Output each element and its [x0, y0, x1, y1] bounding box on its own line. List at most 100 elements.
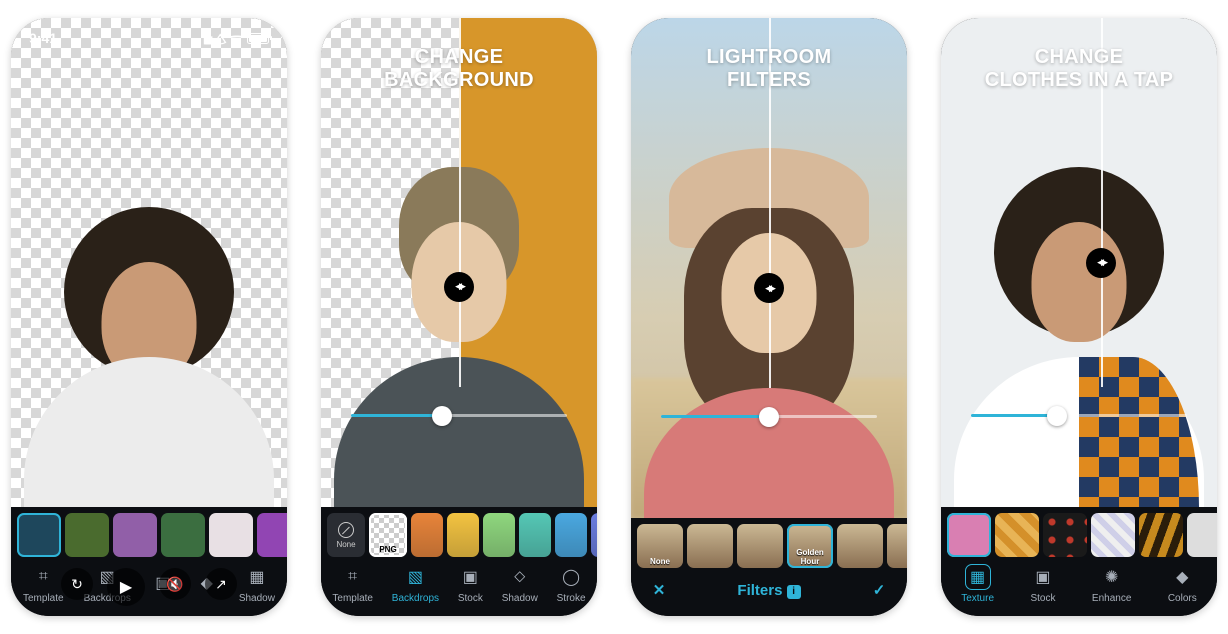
tool-stock[interactable]: ▣Stock: [458, 565, 483, 604]
color-swatch[interactable]: [591, 513, 597, 557]
bottom-panel: ▦ Texture ▣Stock ✺ Enhance ◆ Colors: [941, 507, 1217, 616]
intensity-slider[interactable]: [971, 414, 1187, 417]
headline: LIGHTROOM FILTERS: [631, 46, 907, 92]
backdrop-thumb[interactable]: [113, 513, 157, 557]
tool-colors[interactable]: ◆ Colors: [1168, 565, 1197, 604]
filter-thumb[interactable]: [887, 524, 907, 568]
texture-thumb[interactable]: [1091, 513, 1135, 557]
texture-thumb[interactable]: [1139, 513, 1183, 557]
bottom-panel: None PNG ⌗Template ▧ Backdrops ▣Stock ⬦ Shadow…: [321, 507, 597, 616]
canvas-area[interactable]: 9:41 ᯤ: [11, 18, 287, 507]
tool-label: Shadow: [502, 593, 538, 604]
tool-icon: ▣: [458, 565, 482, 589]
texture-thumb[interactable]: [995, 513, 1039, 557]
confirm-bar: ✕ Filters i ✓: [631, 568, 907, 616]
filter-thumb-label: None: [637, 557, 683, 566]
phone-screen-4: CHANGE CLOTHES IN A TAP ▦ Texture ▣Stock ✺ E…: [941, 18, 1217, 616]
mute-button[interactable]: 🔇: [159, 568, 191, 600]
headline: CHANGE CLOTHES IN A TAP: [941, 46, 1217, 92]
color-swatch[interactable]: [447, 513, 479, 557]
tool-backdrops[interactable]: ▧ Backdrops: [392, 565, 439, 604]
color-swatch[interactable]: [483, 513, 515, 557]
filter-thumb[interactable]: [737, 524, 783, 568]
color-swatch[interactable]: [519, 513, 551, 557]
tool-template[interactable]: ⌗Template: [332, 565, 373, 604]
filter-thumb[interactable]: [837, 524, 883, 568]
filter-thumb[interactable]: [687, 524, 733, 568]
tool-label: Stroke: [557, 593, 586, 604]
battery-icon: [247, 33, 269, 44]
intensity-slider[interactable]: [661, 415, 877, 418]
phone-screen-2: CHANGE BACKGROUND None PNG ⌗Template ▧ Back…: [321, 18, 597, 616]
tool-label: Texture: [961, 593, 994, 604]
tool-icon: ▦: [966, 565, 990, 589]
subject-photo: [959, 167, 1199, 507]
compare-handle-icon[interactable]: [444, 272, 474, 302]
info-badge-icon: i: [787, 585, 801, 599]
compare-handle-icon[interactable]: [1086, 248, 1116, 278]
tool-texture[interactable]: ▦ Texture: [961, 565, 994, 604]
backdrop-thumb[interactable]: [65, 513, 109, 557]
toolbar: ⌗Template ▧ Backdrops ▣Stock ⬦ Shadow ◯ Stroke: [321, 557, 597, 616]
compare-handle-icon[interactable]: [754, 273, 784, 303]
backdrop-thumbnails: [11, 507, 287, 557]
filter-thumb[interactable]: Golden Hour: [787, 524, 833, 568]
phone-screen-3: LIGHTROOM FILTERS None Golden Hour ✕ Filt…: [631, 18, 907, 616]
tool-icon: ⬦: [508, 565, 532, 589]
tool-icon: ⌗: [341, 565, 365, 589]
status-icons: ᯤ: [203, 28, 269, 48]
backdrop-thumb[interactable]: [17, 513, 61, 557]
restart-button[interactable]: ↻: [61, 568, 93, 600]
phone-screen-1: 9:41 ᯤ ⌗Template▧Backdrops▣◆▦Shadow ↻ ▶ …: [11, 18, 287, 616]
tool-stroke[interactable]: ◯ Stroke: [557, 565, 586, 604]
tool-shadow[interactable]: ⬦ Shadow: [502, 565, 538, 604]
texture-thumbnails: [941, 507, 1217, 557]
slider-knob[interactable]: [759, 407, 779, 427]
texture-thumb[interactable]: [1187, 513, 1217, 557]
canvas-area[interactable]: LIGHTROOM FILTERS: [631, 18, 907, 518]
confirm-bar-title: Filters i: [737, 582, 800, 599]
screenshot-gallery: 9:41 ᯤ ⌗Template ▧ Backdrops ▣ ◆ ▦ Shadow ↻ ▶ …: [0, 18, 1228, 616]
tool-icon: ✺: [1100, 565, 1124, 589]
filter-thumb-label: Golden Hour: [787, 548, 833, 566]
tool-enhance[interactable]: ✺ Enhance: [1092, 565, 1131, 604]
subject-photo: [29, 207, 269, 507]
headline: CHANGE BACKGROUND: [321, 46, 597, 92]
playback-controls: ↻ ▶ 🔇 ↗: [11, 568, 287, 606]
tool-icon: ◆: [1170, 565, 1194, 589]
none-icon: [338, 522, 354, 538]
texture-thumb[interactable]: [1043, 513, 1087, 557]
tool-label: Enhance: [1092, 593, 1131, 604]
color-swatch[interactable]: [411, 513, 443, 557]
texture-thumb[interactable]: [947, 513, 991, 557]
canvas-area[interactable]: CHANGE BACKGROUND: [321, 18, 597, 507]
backdrop-thumb[interactable]: [257, 513, 287, 557]
intensity-slider[interactable]: [351, 414, 567, 417]
slider-knob[interactable]: [432, 406, 452, 426]
wifi-icon: ᯤ: [211, 28, 244, 48]
color-swatch[interactable]: [555, 513, 587, 557]
toolbar: ▦ Texture ▣Stock ✺ Enhance ◆ Colors: [941, 557, 1217, 616]
play-button[interactable]: ▶: [107, 568, 145, 606]
apply-button[interactable]: ✓: [867, 578, 891, 602]
tool-label: Stock: [1030, 593, 1055, 604]
tool-label: Backdrops: [392, 593, 439, 604]
backdrop-thumb[interactable]: [161, 513, 205, 557]
status-time: 9:41: [29, 30, 57, 46]
bottom-panel: None Golden Hour ✕ Filters i ✓: [631, 518, 907, 616]
expand-button[interactable]: ↗: [205, 568, 237, 600]
tool-icon: ◯: [559, 565, 583, 589]
slider-knob[interactable]: [1047, 406, 1067, 426]
none-label: None: [336, 540, 355, 549]
cancel-button[interactable]: ✕: [647, 578, 671, 602]
tool-stock[interactable]: ▣Stock: [1030, 565, 1055, 604]
applied-texture: [1079, 357, 1199, 507]
backdrop-thumb[interactable]: [209, 513, 253, 557]
filter-thumb[interactable]: None: [637, 524, 683, 568]
backdrop-png[interactable]: PNG: [369, 513, 407, 557]
signal-icon: [203, 30, 209, 46]
backdrop-none[interactable]: None: [327, 513, 365, 557]
tool-label: Colors: [1168, 593, 1197, 604]
canvas-area[interactable]: CHANGE CLOTHES IN A TAP: [941, 18, 1217, 507]
tool-icon: ▧: [403, 565, 427, 589]
